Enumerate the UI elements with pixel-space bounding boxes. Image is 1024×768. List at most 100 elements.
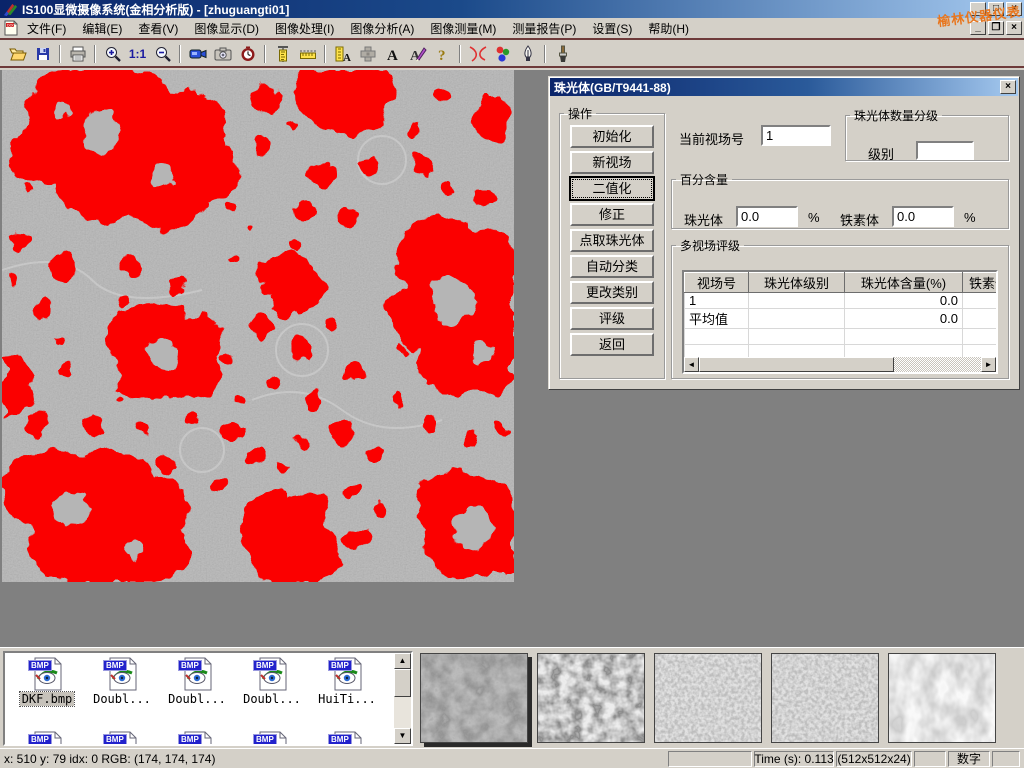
- classify-balls-icon[interactable]: [490, 43, 515, 65]
- thumbnail-1[interactable]: [420, 653, 528, 743]
- file-name[interactable]: DKF.bmp: [20, 692, 75, 706]
- file-name[interactable]: Doubl...: [241, 692, 303, 706]
- status-empty-segment: [668, 751, 752, 767]
- text-icon[interactable]: A: [380, 43, 405, 65]
- file-item[interactable]: BMP: [11, 731, 83, 746]
- change-class-button[interactable]: 更改类别: [570, 281, 654, 304]
- menu-help[interactable]: 帮助(H): [640, 17, 697, 40]
- help-icon[interactable]: ?: [430, 43, 455, 65]
- menu-measure-report[interactable]: 测量报告(P): [504, 17, 584, 40]
- bmp-badge: BMP: [28, 734, 52, 745]
- timer-clock-icon[interactable]: [235, 43, 260, 65]
- menu-view[interactable]: 查看(V): [130, 17, 186, 40]
- menu-image-process[interactable]: 图像处理(I): [267, 17, 342, 40]
- ruler-icon[interactable]: [295, 43, 320, 65]
- bmp-badge: BMP: [103, 660, 127, 671]
- col-pearlite-grade[interactable]: 珠光体级别: [749, 273, 845, 293]
- file-item[interactable]: BMP: [311, 731, 383, 746]
- actual-size-icon[interactable]: 1:1: [125, 43, 150, 65]
- brush-icon[interactable]: [550, 43, 575, 65]
- menu-image-display[interactable]: 图像显示(D): [186, 17, 267, 40]
- video-camera-icon[interactable]: [185, 43, 210, 65]
- menu-image-measure[interactable]: 图像测量(M): [422, 17, 504, 40]
- scroll-left-icon[interactable]: ◄: [684, 357, 699, 372]
- scrollbar-track[interactable]: [394, 697, 411, 728]
- file-item[interactable]: BMP HuiTi...: [311, 657, 383, 706]
- file-item[interactable]: BMP: [161, 731, 233, 746]
- bmp-badge: BMP: [328, 734, 352, 745]
- rating-table[interactable]: 视场号 珠光体级别 珠光体含量(%) 铁素体 1 0.0 平均值: [682, 270, 998, 374]
- zoom-in-icon[interactable]: [100, 43, 125, 65]
- grid-align-icon[interactable]: [355, 43, 380, 65]
- thumbnail-4[interactable]: [771, 653, 879, 743]
- table-row[interactable]: 平均值 0.0: [685, 309, 999, 329]
- col-pearlite-content[interactable]: 珠光体含量(%): [845, 273, 963, 293]
- mdi-close-button[interactable]: ×: [1006, 21, 1022, 35]
- file-list-vscrollbar[interactable]: ▲ ▼: [394, 653, 411, 744]
- bmp-badge: BMP: [253, 734, 277, 745]
- status-empty-segment: [992, 751, 1020, 767]
- file-name[interactable]: Doubl...: [166, 692, 228, 706]
- pearlite-label: 珠光体: [684, 210, 723, 229]
- grade-label: 级别: [868, 144, 894, 163]
- menu-image-analysis[interactable]: 图像分析(A): [342, 17, 422, 40]
- print-icon[interactable]: [65, 43, 90, 65]
- font-edit-icon[interactable]: A: [405, 43, 430, 65]
- dialog-close-button[interactable]: ×: [1000, 80, 1016, 94]
- file-item[interactable]: BMP DKF.bmp: [11, 657, 83, 706]
- pen-icon[interactable]: [515, 43, 540, 65]
- thumbnail-5[interactable]: [888, 653, 996, 743]
- menu-edit[interactable]: 编辑(E): [74, 17, 130, 40]
- scroll-right-icon[interactable]: ►: [981, 357, 996, 372]
- file-name[interactable]: HuiTi...: [316, 692, 378, 706]
- file-item[interactable]: BMP: [236, 731, 308, 746]
- scrollbar-track[interactable]: [894, 357, 981, 372]
- col-ferrite[interactable]: 铁素体: [963, 273, 999, 293]
- measure-text-icon[interactable]: A: [330, 43, 355, 65]
- metallographic-image[interactable]: [2, 70, 514, 582]
- curve-tool-icon[interactable]: [465, 43, 490, 65]
- correct-button[interactable]: 修正: [570, 203, 654, 226]
- col-field-no[interactable]: 视场号: [685, 273, 749, 293]
- file-browser[interactable]: BMP DKF.bmp BMP Doubl... BMP Doubl... BM…: [3, 651, 413, 746]
- table-hscrollbar[interactable]: ◄ ►: [684, 357, 996, 372]
- scrollbar-thumb[interactable]: [699, 357, 894, 372]
- scrollbar-thumb[interactable]: [394, 669, 411, 697]
- rate-button[interactable]: 评级: [570, 307, 654, 330]
- cell: [749, 309, 845, 329]
- zoom-out-icon[interactable]: [150, 43, 175, 65]
- menu-file[interactable]: 文件(F): [19, 17, 74, 40]
- svg-text:?: ?: [438, 48, 446, 63]
- bmp-badge: BMP: [103, 734, 127, 745]
- open-folder-icon[interactable]: [5, 43, 30, 65]
- file-name[interactable]: Doubl...: [91, 692, 153, 706]
- bmp-file-icon: BMP: [330, 657, 364, 691]
- thumbnail-2[interactable]: [537, 653, 645, 743]
- pick-pearlite-button[interactable]: 点取珠光体: [570, 229, 654, 252]
- grade-input[interactable]: [916, 141, 974, 160]
- table-row[interactable]: 1 0.0: [685, 293, 999, 309]
- pearlite-percent-input[interactable]: [736, 206, 798, 227]
- save-icon[interactable]: [30, 43, 55, 65]
- auto-classify-button[interactable]: 自动分类: [570, 255, 654, 278]
- scroll-up-icon[interactable]: ▲: [394, 653, 411, 669]
- initialize-button[interactable]: 初始化: [570, 125, 654, 148]
- file-item[interactable]: BMP Doubl...: [161, 657, 233, 706]
- file-item[interactable]: BMP: [86, 731, 158, 746]
- cell: 0.0: [845, 293, 963, 309]
- operations-group: 操作 初始化 新视场 二值化 修正 点取珠光体 自动分类 更改类别 评级 返回: [559, 105, 665, 379]
- current-field-input[interactable]: [761, 125, 831, 146]
- ferrite-percent-input[interactable]: [892, 206, 954, 227]
- file-item[interactable]: BMP Doubl...: [236, 657, 308, 706]
- menu-settings[interactable]: 设置(S): [584, 17, 640, 40]
- file-item[interactable]: BMP Doubl...: [86, 657, 158, 706]
- new-field-button[interactable]: 新视场: [570, 151, 654, 174]
- binarize-button[interactable]: 二值化: [570, 177, 654, 200]
- scroll-down-icon[interactable]: ▼: [394, 728, 411, 744]
- dialog-title: 珠光体(GB/T9441-88): [554, 79, 671, 96]
- thumbnail-3[interactable]: [654, 653, 762, 743]
- capture-camera-icon[interactable]: [210, 43, 235, 65]
- caliper-icon[interactable]: [270, 43, 295, 65]
- return-button[interactable]: 返回: [570, 333, 654, 356]
- current-field-label: 当前视场号: [679, 129, 744, 148]
